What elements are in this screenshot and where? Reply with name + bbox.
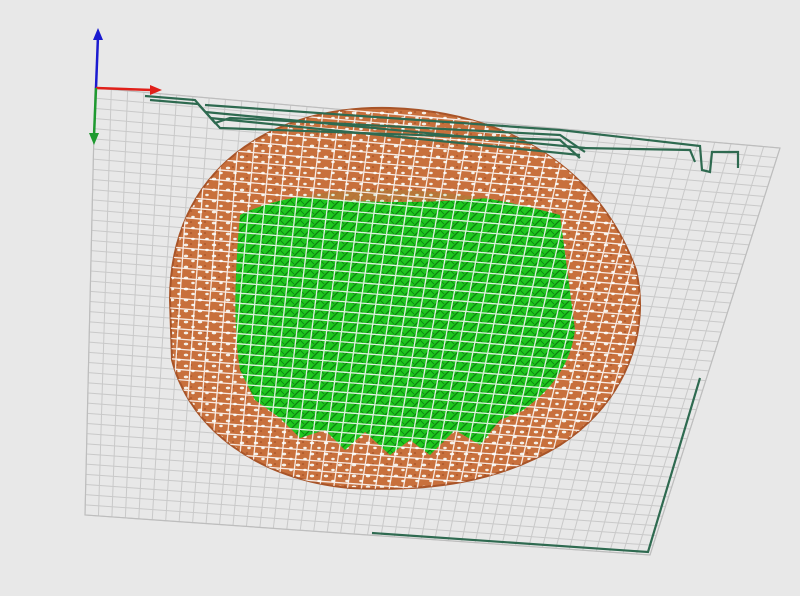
grid-line-col <box>636 146 765 555</box>
grid-line-row <box>85 484 660 527</box>
scene-canvas[interactable] <box>0 0 800 596</box>
3d-viewport[interactable] <box>0 0 800 596</box>
grid-line-row <box>85 494 657 537</box>
grid-line-row <box>85 504 654 546</box>
axis-gizmo[interactable] <box>89 28 162 145</box>
z-axis-arrow-icon <box>93 28 103 40</box>
x-axis-line <box>95 86 153 92</box>
z-axis-line <box>94 35 100 89</box>
